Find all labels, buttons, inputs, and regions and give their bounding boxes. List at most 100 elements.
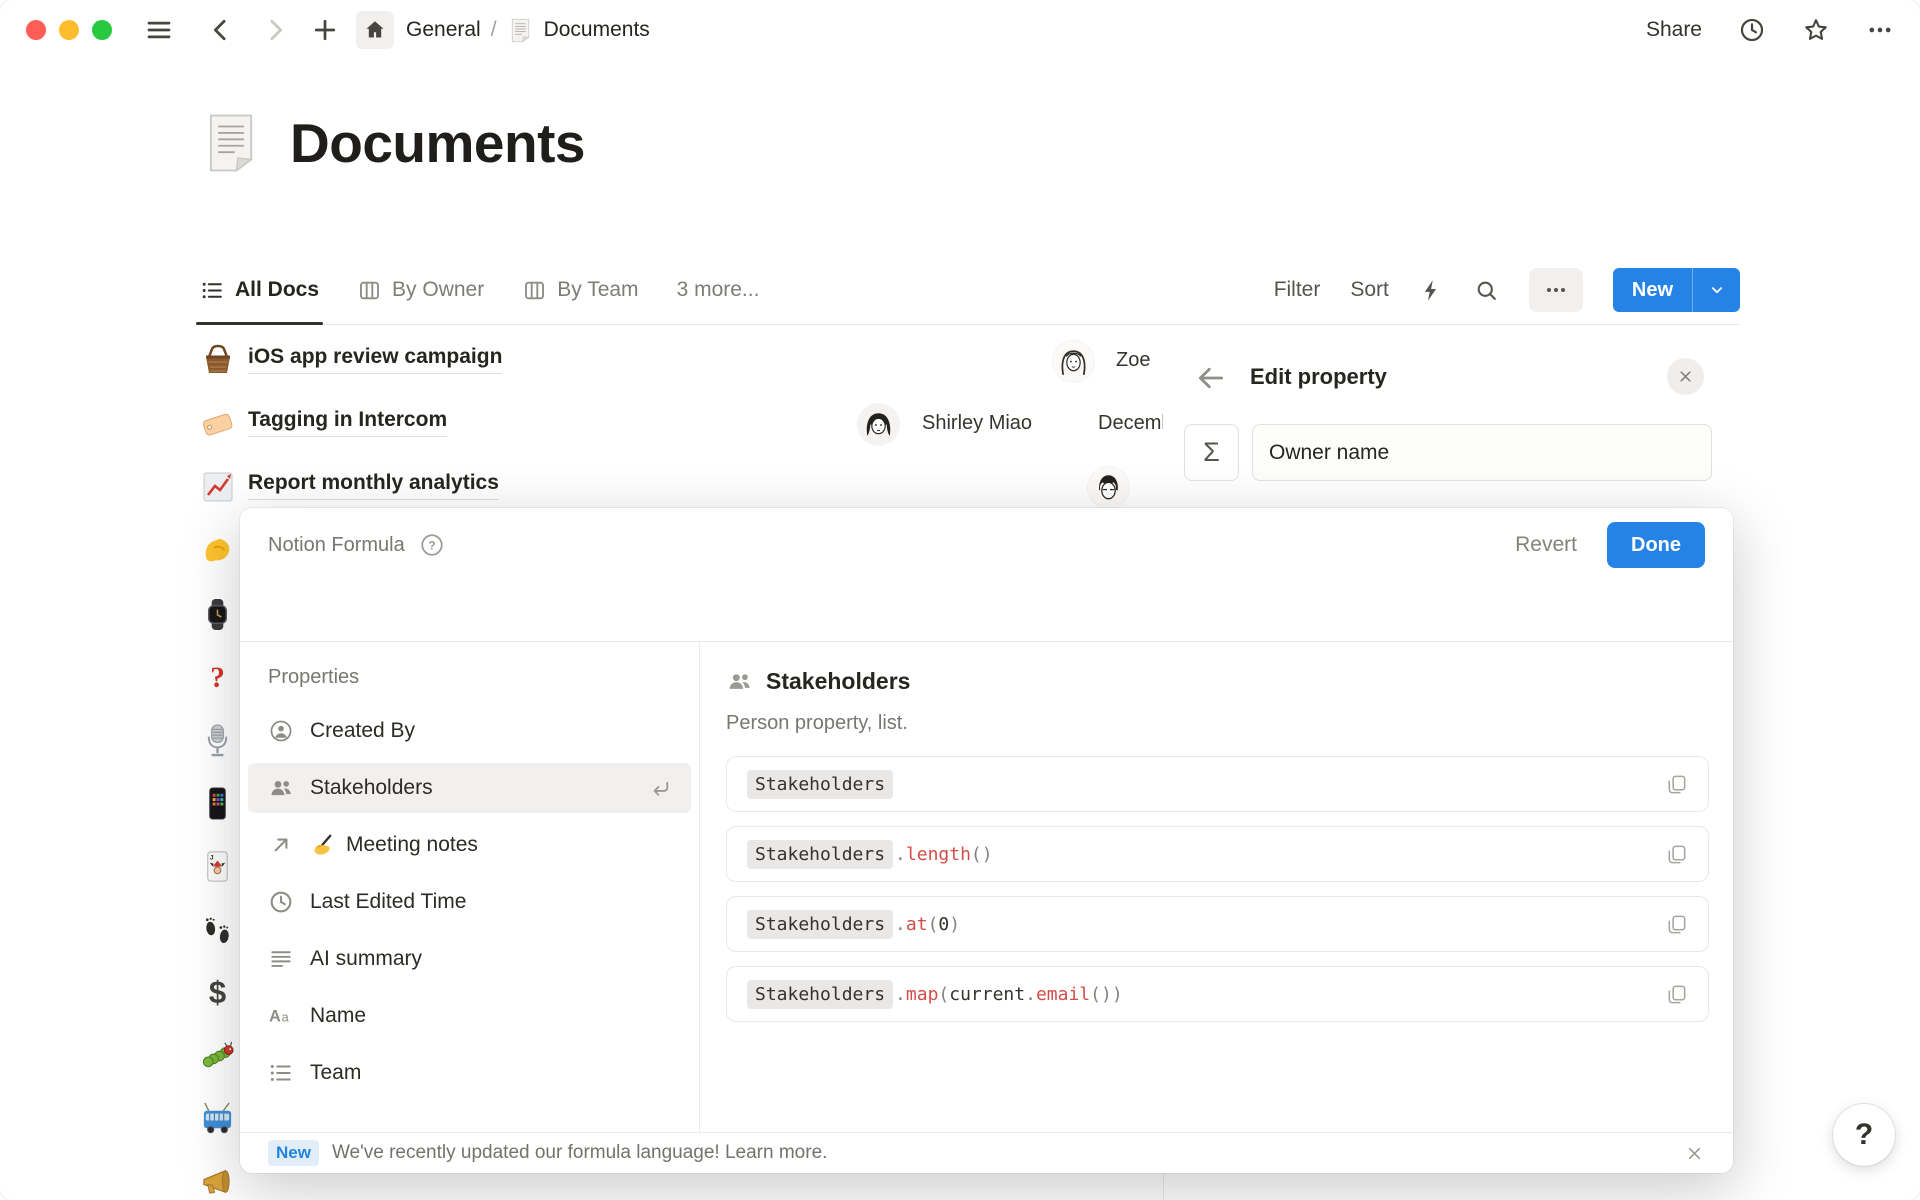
- property-name-input[interactable]: [1252, 424, 1712, 481]
- question-mark-emoji[interactable]: ?: [200, 660, 235, 695]
- formula-input-area[interactable]: [240, 582, 1733, 641]
- panel-close-button[interactable]: [1667, 358, 1704, 395]
- formula-example-card[interactable]: Stakeholders: [726, 756, 1709, 812]
- formula-example-card[interactable]: Stakeholders.length(): [726, 826, 1709, 882]
- breadcrumb-current[interactable]: Documents: [544, 18, 650, 42]
- copy-icon[interactable]: [1665, 843, 1688, 866]
- megaphone-emoji[interactable]: [200, 1164, 235, 1199]
- document-emoji: [507, 17, 534, 44]
- database-views-bar: All Docs By Owner By Team 3 more... Filt…: [200, 256, 1740, 325]
- formula-example-card[interactable]: Stakeholders.at(0): [726, 896, 1709, 952]
- chevron-down-icon[interactable]: [1692, 268, 1740, 312]
- close-window-button[interactable]: [26, 20, 46, 40]
- copy-icon[interactable]: [1665, 983, 1688, 1006]
- property-item-last-edited-time[interactable]: Last Edited Time: [248, 877, 691, 927]
- new-button[interactable]: New: [1613, 268, 1692, 312]
- filter-button[interactable]: Filter: [1274, 278, 1321, 302]
- property-type-button[interactable]: Σ: [1184, 424, 1239, 481]
- svg-text:A: A: [269, 1007, 281, 1025]
- caterpillar-emoji[interactable]: [200, 1038, 235, 1073]
- zoom-window-button[interactable]: [92, 20, 112, 40]
- formula-example-code: Stakeholders.at(0): [747, 910, 960, 939]
- property-item-team[interactable]: Team: [248, 1048, 691, 1098]
- search-icon[interactable]: [1474, 278, 1499, 303]
- svg-text:?: ?: [428, 538, 435, 552]
- ellipsis-icon[interactable]: [1529, 268, 1583, 312]
- close-icon[interactable]: [1684, 1143, 1705, 1164]
- table-row[interactable]: iOS app review campaign Zoe: [200, 330, 1163, 393]
- docs-header: Stakeholders: [726, 668, 1709, 695]
- property-item-name[interactable]: Aa Name: [248, 991, 691, 1041]
- tab-by-owner[interactable]: By Owner: [357, 256, 484, 324]
- breadcrumb: General / Documents: [406, 17, 650, 44]
- avatar-man: [1088, 467, 1129, 508]
- trolleybus-emoji[interactable]: [200, 1101, 235, 1136]
- view-tab-label: By Team: [557, 278, 638, 302]
- arrow-left-icon[interactable]: [1194, 361, 1228, 395]
- people-icon: [268, 775, 294, 801]
- board-view-icon: [522, 278, 547, 303]
- formula-popup-header: Notion Formula ? Revert Done: [240, 508, 1733, 582]
- tab-by-team[interactable]: By Team: [522, 256, 638, 324]
- avatar-woman-long-hair: [1053, 341, 1094, 382]
- plus-icon[interactable]: [310, 15, 340, 45]
- document-emoji[interactable]: [198, 110, 264, 176]
- share-button[interactable]: Share: [1646, 18, 1702, 42]
- row-person: Zoe: [1116, 349, 1150, 372]
- row-title[interactable]: Tagging in Intercom: [248, 408, 447, 437]
- property-item-label: Last Edited Time: [310, 890, 466, 914]
- phone-emoji[interactable]: [200, 786, 235, 821]
- banner-message[interactable]: We've recently updated our formula langu…: [332, 1142, 827, 1164]
- joker-card-emoji[interactable]: J: [200, 849, 235, 884]
- table-row[interactable]: Tagging in Intercom Shirley Miao Decembe…: [200, 393, 1163, 456]
- watch-emoji[interactable]: [200, 597, 235, 632]
- property-item-created-by[interactable]: Created By: [248, 706, 691, 756]
- view-tabs: All Docs By Owner By Team 3 more...: [200, 256, 759, 324]
- done-button[interactable]: Done: [1607, 522, 1705, 568]
- ellipsis-icon[interactable]: [1866, 16, 1894, 44]
- footprints-emoji[interactable]: [200, 912, 235, 947]
- row-person: Shirley Miao: [922, 412, 1032, 435]
- property-item-label: Created By: [310, 719, 415, 743]
- home-icon[interactable]: [356, 11, 394, 49]
- question-circle-icon[interactable]: ?: [419, 532, 445, 558]
- page-title[interactable]: Documents: [290, 111, 585, 175]
- breadcrumb-root[interactable]: General: [406, 18, 481, 42]
- page-header: Documents: [198, 110, 585, 176]
- bullet-list-icon: [268, 1060, 294, 1086]
- muscle-emoji[interactable]: [200, 534, 235, 569]
- clock-icon[interactable]: [1738, 16, 1766, 44]
- minimize-window-button[interactable]: [59, 20, 79, 40]
- panel-title: Edit property: [1250, 364, 1387, 390]
- row-title[interactable]: iOS app review campaign: [248, 345, 502, 374]
- property-item-ai-summary[interactable]: AI summary: [248, 934, 691, 984]
- property-item-meeting-notes[interactable]: Meeting notes: [248, 820, 691, 870]
- microphone-emoji[interactable]: [200, 723, 235, 758]
- bolt-icon[interactable]: [1419, 278, 1444, 303]
- formula-example-card[interactable]: Stakeholders.map(current.email()): [726, 966, 1709, 1022]
- new-entry-button: New: [1613, 268, 1740, 312]
- row-title[interactable]: Report monthly analytics: [248, 471, 499, 500]
- bullet-list-icon: [200, 278, 225, 303]
- tab-3-more[interactable]: 3 more...: [677, 256, 760, 324]
- tab-all-docs[interactable]: All Docs: [200, 256, 319, 324]
- formula-example-code: Stakeholders.map(current.email()): [747, 980, 1123, 1009]
- close-icon: [1676, 367, 1695, 386]
- sort-button[interactable]: Sort: [1350, 278, 1389, 302]
- board-view-icon: [357, 278, 382, 303]
- chevron-right-icon[interactable]: [260, 15, 290, 45]
- title-icon: Aa: [268, 1003, 294, 1029]
- new-badge: New: [268, 1140, 319, 1166]
- chevron-left-icon[interactable]: [206, 15, 236, 45]
- svg-text:$: $: [209, 975, 226, 1010]
- formula-example-code: Stakeholders.length(): [747, 840, 993, 869]
- dollar-emoji[interactable]: $: [200, 975, 235, 1010]
- copy-icon[interactable]: [1665, 773, 1688, 796]
- property-item-stakeholders[interactable]: Stakeholders: [248, 763, 691, 813]
- copy-icon[interactable]: [1665, 913, 1688, 936]
- hamburger-icon[interactable]: [144, 15, 174, 45]
- help-button[interactable]: ?: [1833, 1104, 1895, 1166]
- clock-icon: [268, 889, 294, 915]
- revert-button[interactable]: Revert: [1515, 533, 1577, 557]
- star-icon[interactable]: [1802, 16, 1830, 44]
